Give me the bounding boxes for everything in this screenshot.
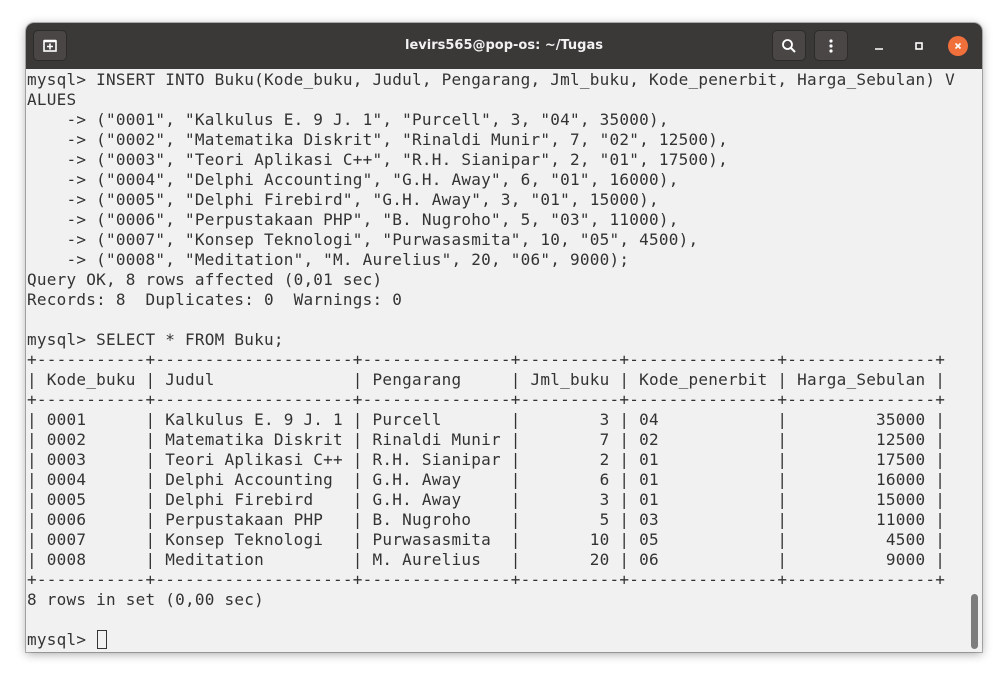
search-icon <box>782 38 796 53</box>
terminal-line: | 0005 | Delphi Firebird | G.H. Away | 3… <box>27 490 946 509</box>
terminal-line: mysql> INSERT INTO Buku(Kode_buku, Judul… <box>27 70 956 89</box>
terminal-line: +-----------+--------------------+------… <box>27 570 946 589</box>
terminal-line: +-----------+--------------------+------… <box>27 350 946 369</box>
prompt-line[interactable]: mysql> <box>27 630 967 650</box>
terminal-line: | 0006 | Perpustakaan PHP | B. Nugroho |… <box>27 510 946 529</box>
terminal-line: | 0007 | Konsep Teknologi | Purwasasmita… <box>27 530 946 549</box>
maximize-icon <box>915 42 923 50</box>
terminal-line: | 0004 | Delphi Accounting | G.H. Away |… <box>27 470 946 489</box>
terminal-line: -> ("0003", "Teori Aplikasi C++", "R.H. … <box>27 150 728 169</box>
terminal-line: -> ("0005", "Delphi Firebird", "G.H. Awa… <box>27 190 659 209</box>
terminal-line: -> ("0001", "Kalkulus E. 9 J. 1", "Purce… <box>27 110 669 129</box>
text-cursor <box>97 630 108 649</box>
terminal-line: | 0001 | Kalkulus E. 9 J. 1 | Purcell | … <box>27 410 946 429</box>
title-bar[interactable]: levirs565@pop-os: ~/Tugas <box>26 23 982 69</box>
minimize-icon <box>875 48 883 50</box>
terminal-line: Query OK, 8 rows affected (0,01 sec) <box>27 270 383 289</box>
terminal-line: -> ("0008", "Meditation", "M. Aurelius",… <box>27 250 630 269</box>
terminal-line: +-----------+--------------------+------… <box>27 390 946 409</box>
kebab-menu-icon <box>829 38 833 53</box>
terminal-line: -> ("0002", "Matematika Diskrit", "Rinal… <box>27 130 728 149</box>
terminal-line: | 0003 | Teori Aplikasi C++ | R.H. Siani… <box>27 450 946 469</box>
scrollbar[interactable] <box>968 69 982 652</box>
terminal-line: | 0008 | Meditation | M. Aurelius | 20 |… <box>27 550 946 569</box>
search-button[interactable] <box>772 30 806 61</box>
terminal-line: -> ("0006", "Perpustakaan PHP", "B. Nugr… <box>27 210 679 229</box>
terminal-line: mysql> SELECT * FROM Buku; <box>27 330 284 349</box>
terminal-output[interactable]: mysql> INSERT INTO Buku(Kode_buku, Judul… <box>26 69 967 652</box>
terminal-line: | Kode_buku | Judul | Pengarang | Jml_bu… <box>27 370 946 389</box>
terminal-line: -> ("0004", "Delphi Accounting", "G.H. A… <box>27 170 679 189</box>
terminal-line: -> ("0007", "Konsep Teknologi", "Purwasa… <box>27 230 699 249</box>
terminal-line: | 0002 | Matematika Diskrit | Rinaldi Mu… <box>27 430 946 449</box>
terminal-window: levirs565@pop-os: ~/Tugas mysql> INSERT … <box>26 23 982 652</box>
prompt-text: mysql> <box>27 630 97 649</box>
terminal-line: Records: 8 Duplicates: 0 Warnings: 0 <box>27 290 403 309</box>
close-button[interactable] <box>948 36 968 56</box>
terminal-line: 8 rows in set (0,00 sec) <box>27 590 264 609</box>
menu-button[interactable] <box>814 30 848 61</box>
close-icon <box>954 42 962 50</box>
maximize-button[interactable] <box>909 36 929 56</box>
terminal-line: ALUES <box>27 90 77 109</box>
minimize-button[interactable] <box>869 36 889 56</box>
terminal-lines: mysql> INSERT INTO Buku(Kode_buku, Judul… <box>27 70 967 630</box>
scrollbar-thumb[interactable] <box>971 594 978 649</box>
